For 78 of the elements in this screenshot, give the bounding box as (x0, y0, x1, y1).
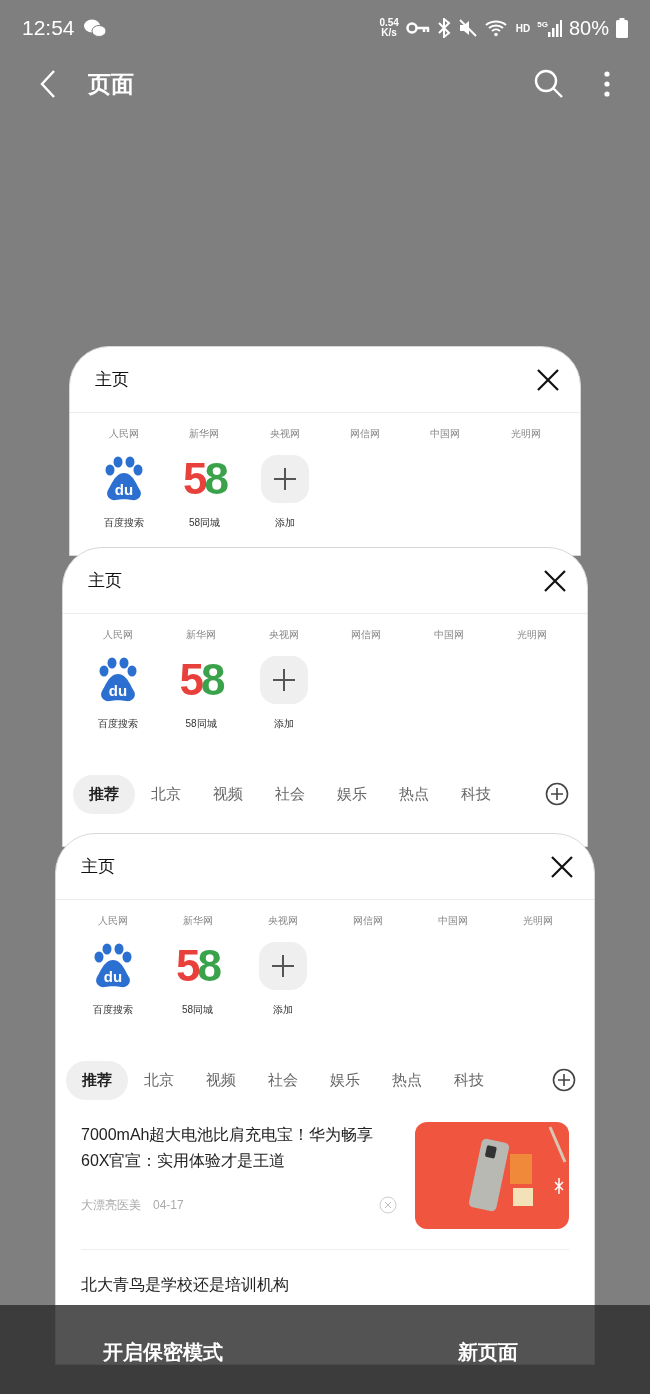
shortcut-label[interactable]: 58同城 (181, 1002, 214, 1017)
net-speed: 0.54 (379, 18, 399, 28)
quick-link[interactable]: 光明网 (490, 627, 573, 642)
category-tab[interactable]: 科技 (445, 775, 507, 814)
close-icon[interactable] (543, 568, 567, 593)
hd-label: HD (515, 21, 531, 36)
add-category-icon[interactable] (552, 1068, 576, 1093)
quick-link[interactable]: 网信网 (325, 426, 406, 441)
quick-link[interactable]: 人民网 (84, 426, 165, 441)
quick-link[interactable]: 人民网 (77, 627, 160, 642)
digits-logo: 58 (176, 944, 219, 988)
category-tab[interactable]: 北京 (135, 775, 197, 814)
close-icon[interactable] (550, 854, 574, 879)
shortcut-label[interactable]: 百度搜索 (92, 1002, 133, 1017)
category-tab[interactable]: 娱乐 (314, 1061, 376, 1100)
digits-logo: 58 (183, 457, 226, 501)
category-tab[interactable]: 社会 (252, 1061, 314, 1100)
back-icon[interactable] (38, 69, 58, 99)
search-icon[interactable] (534, 69, 564, 99)
add-category-icon[interactable] (545, 782, 569, 807)
signal-icon (547, 19, 562, 37)
close-icon[interactable] (536, 367, 560, 392)
digits-logo: 58 (179, 658, 223, 702)
net-unit: K/s (381, 28, 397, 38)
shortcut-label[interactable]: 58同城 (185, 716, 217, 731)
category-tab[interactable]: 视频 (197, 775, 259, 814)
key-icon (405, 21, 430, 35)
category-tab[interactable]: 推荐 (66, 1061, 128, 1100)
quick-link[interactable]: 央视网 (242, 627, 325, 642)
category-tab[interactable]: 社会 (259, 775, 321, 814)
shortcut-label[interactable]: 百度搜索 (98, 716, 139, 731)
shortcut-label[interactable]: 百度搜索 (104, 515, 145, 530)
quick-link[interactable]: 网信网 (325, 627, 408, 642)
quick-link[interactable]: 中国网 (410, 913, 495, 928)
more-icon[interactable] (604, 71, 610, 97)
mute-icon (457, 19, 478, 37)
tab-card[interactable]: 主页 人民网 新华网 央视网 网信网 中国网 光明网 du 百度搜索 58 58同城 添加 (69, 346, 581, 556)
quick-link[interactable]: 央视网 (240, 913, 325, 928)
bluetooth-icon (436, 18, 451, 38)
category-tab[interactable]: 推荐 (73, 775, 135, 814)
shortcut-label[interactable]: 添加 (274, 515, 295, 530)
quick-link[interactable]: 新华网 (159, 627, 243, 642)
news-title[interactable]: 北大青鸟是学校还是培训机构 (81, 1271, 569, 1298)
clock: 12:54 (22, 15, 75, 42)
quick-link[interactable]: 人民网 (70, 913, 155, 928)
shortcut-label[interactable]: 58同城 (188, 515, 221, 530)
quick-link[interactable]: 新华网 (164, 426, 245, 441)
shortcut-label[interactable]: 添加 (273, 716, 294, 731)
add-icon[interactable] (259, 656, 308, 704)
quick-link[interactable]: 央视网 (244, 426, 325, 441)
category-tab[interactable]: 科技 (438, 1061, 500, 1100)
quick-link[interactable]: 新华网 (155, 913, 240, 928)
category-tab[interactable]: 热点 (376, 1061, 438, 1100)
tab-title: 主页 (81, 855, 115, 878)
add-icon[interactable] (258, 942, 307, 990)
battery-percent: 80% (568, 16, 609, 41)
quick-link[interactable]: 网信网 (325, 913, 410, 928)
tab-card[interactable]: 主页 人民网 新华网 央视网 网信网 中国网 光明网 du 百度搜索 58 58同城 添加 推荐 北京 视频 社会 娱乐 热点 科技 (62, 547, 588, 847)
quick-link[interactable]: 中国网 (405, 426, 486, 441)
category-tab[interactable]: 北京 (128, 1061, 190, 1100)
news-source: 大漂亮医美 (81, 1196, 141, 1214)
tab-title: 主页 (88, 569, 122, 592)
page-title: 页面 (88, 69, 134, 99)
tab-title: 主页 (95, 368, 129, 391)
quick-link[interactable]: 光明网 (485, 426, 566, 441)
chat-icon (82, 18, 107, 38)
news-title[interactable]: 7000mAh超大电池比肩充电宝！华为畅享60X官宣：实用体验才是王道 (81, 1121, 401, 1174)
category-tab[interactable]: 娱乐 (321, 775, 383, 814)
news-date: 04-17 (153, 1196, 184, 1214)
quick-link[interactable]: 中国网 (407, 627, 491, 642)
shortcut-label[interactable]: 添加 (272, 1002, 293, 1017)
network-type: 5G (537, 19, 548, 31)
add-icon[interactable] (260, 455, 309, 503)
quick-link[interactable]: 光明网 (495, 913, 580, 928)
category-tab[interactable]: 热点 (383, 775, 445, 814)
battery-icon (616, 18, 628, 38)
category-tab[interactable]: 视频 (190, 1061, 252, 1100)
wifi-icon (484, 19, 509, 37)
